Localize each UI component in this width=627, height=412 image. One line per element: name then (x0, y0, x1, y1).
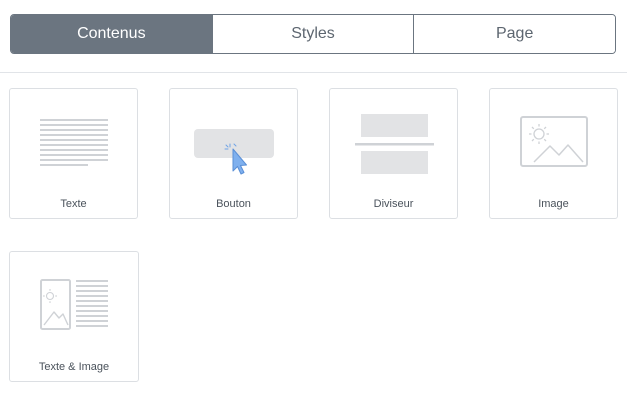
block-texte-image[interactable]: Texte & Image (9, 251, 139, 382)
block-label: Texte (60, 198, 87, 210)
tab-styles[interactable]: Styles (211, 15, 414, 53)
tab-page[interactable]: Page (413, 15, 615, 53)
block-texte[interactable]: Texte (9, 88, 138, 219)
text-block-icon (40, 119, 108, 166)
button-block-icon (194, 129, 274, 175)
block-label: Image (538, 198, 569, 210)
block-image[interactable]: Image (489, 88, 618, 219)
block-label: Texte & Image (38, 361, 110, 373)
section-divider (0, 72, 627, 73)
divider-block-icon (355, 114, 434, 174)
block-label: Diviseur (373, 198, 414, 210)
block-bouton[interactable]: Bouton (169, 88, 298, 219)
editor-tabs: Contenus Styles Page (10, 14, 616, 54)
block-diviseur[interactable]: Diviseur (329, 88, 458, 219)
image-block-icon (520, 116, 588, 167)
block-label: Bouton (216, 198, 251, 210)
tab-contenus[interactable]: Contenus (11, 15, 212, 53)
text-image-block-icon (40, 279, 108, 330)
